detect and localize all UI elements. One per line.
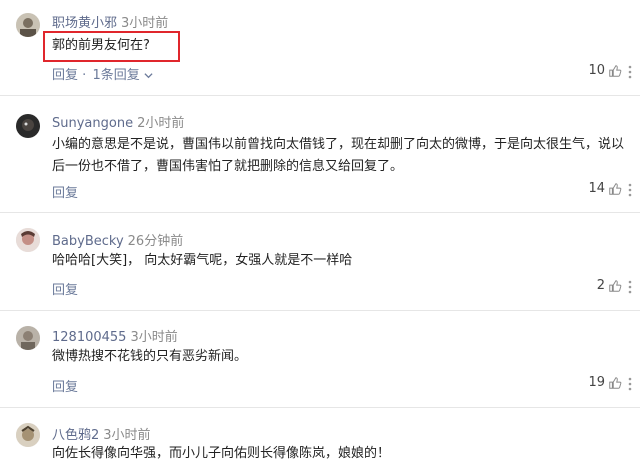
- comment-text: 后一份也不借了，曹国伟害怕了就把删除的信息又给回复了。: [52, 159, 404, 174]
- divider: [0, 310, 640, 311]
- thumbs-up-icon: [609, 64, 622, 77]
- avatar[interactable]: [16, 13, 40, 37]
- reply-row: 回复 · 1条回复: [52, 64, 153, 83]
- view-replies-link[interactable]: 1条回复: [92, 68, 139, 83]
- comment-text: 小编的意思是不是说，曹国伟以前曾找向太借钱了，现在却删了向太的微博，于是向太很生…: [52, 137, 625, 152]
- like-button[interactable]: 2: [597, 278, 622, 293]
- comment-time: 3小时前: [103, 428, 151, 443]
- like-button[interactable]: 14: [588, 181, 622, 196]
- comment-time: 3小时前: [121, 16, 169, 31]
- more-options-icon[interactable]: [628, 183, 632, 197]
- like-count: 14: [588, 181, 605, 196]
- divider: [0, 95, 640, 96]
- like-count: 2: [596, 278, 605, 293]
- chevron-down-icon: [144, 73, 153, 79]
- username[interactable]: 128100455 3小时前: [52, 326, 178, 345]
- comment-text: 微博热搜不花钱的只有恶劣新闻。: [52, 349, 248, 364]
- comment-text: 郭的前男友何在?: [52, 38, 150, 53]
- like-button[interactable]: 10: [588, 63, 622, 78]
- comment-time: 3小时前: [130, 330, 178, 345]
- like-button[interactable]: 19: [588, 375, 622, 390]
- avatar[interactable]: [16, 423, 40, 447]
- reply-button[interactable]: 回复: [52, 68, 78, 83]
- comment-time: 26分钟前: [127, 234, 184, 249]
- username[interactable]: 职场黄小邪 3小时前: [52, 12, 168, 31]
- like-count: 10: [588, 63, 605, 78]
- more-options-icon[interactable]: [628, 377, 632, 391]
- more-options-icon[interactable]: [628, 280, 632, 294]
- reply-separator: ·: [82, 68, 87, 83]
- comment-text: 哈哈哈[大笑]， 向太好霸气呢，女强人就是不一样哈: [52, 253, 353, 268]
- reply-button[interactable]: 回复: [52, 182, 78, 201]
- avatar[interactable]: [16, 326, 40, 350]
- reply-button[interactable]: 回复: [52, 376, 78, 395]
- comment-time: 2小时前: [137, 116, 185, 131]
- username[interactable]: BabyBecky 26分钟前: [52, 230, 183, 249]
- more-options-icon[interactable]: [628, 65, 632, 79]
- thumbs-up-icon: [609, 182, 622, 195]
- username[interactable]: 八色鸦2 3小时前: [52, 424, 151, 443]
- avatar[interactable]: [16, 114, 40, 138]
- like-count: 19: [588, 375, 605, 390]
- thumbs-up-icon: [609, 376, 622, 389]
- reply-button[interactable]: 回复: [52, 279, 78, 298]
- divider: [0, 212, 640, 213]
- username[interactable]: Sunyangone 2小时前: [52, 112, 184, 131]
- divider: [0, 407, 640, 408]
- comment-text: 向佐长得像向华强，而小儿子向佑则长得像陈岚，娘娘的！: [52, 446, 391, 461]
- thumbs-up-icon: [609, 279, 622, 292]
- avatar[interactable]: [16, 228, 40, 252]
